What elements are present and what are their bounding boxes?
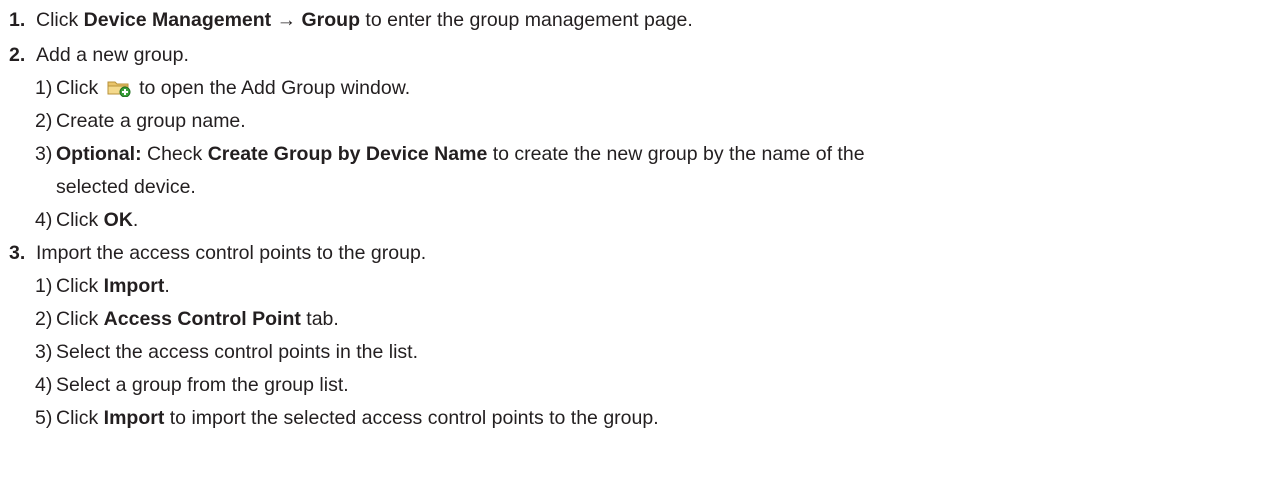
substep: 2) Create a group name. xyxy=(35,108,246,134)
substep: 3) Select the access control points in th… xyxy=(35,339,418,365)
substep-text: Check xyxy=(141,143,208,165)
substep-text: Select a group from the group list. xyxy=(56,374,349,396)
substep: 4) Select a group from the group list. xyxy=(35,372,349,398)
optional-label: Optional: xyxy=(56,143,142,165)
substep-number: 2) xyxy=(35,110,53,132)
substep: 5) Click Import to import the selected ac… xyxy=(35,405,659,431)
substep-text: to open the Add Group window. xyxy=(133,77,411,99)
substep-text: to import the selected access control po… xyxy=(164,407,659,429)
checkbox-label: Create Group by Device Name xyxy=(207,143,488,165)
substep-text: Click xyxy=(56,275,104,297)
substep-number: 2) xyxy=(35,308,53,330)
step-text: Import the access control points to the … xyxy=(36,242,427,264)
substep-number: 4) xyxy=(35,209,53,231)
import-label: Import xyxy=(103,407,165,429)
step-text: to enter the group management page. xyxy=(360,9,693,31)
substep-number: 5) xyxy=(35,407,53,429)
tab-label: Access Control Point xyxy=(103,308,301,330)
substep-text: . xyxy=(164,275,170,297)
substep-text: Click xyxy=(56,308,104,330)
substep-number: 3) xyxy=(35,341,53,363)
substep-text: Click xyxy=(56,77,104,99)
substep-continuation: selected device. xyxy=(56,174,196,200)
substep-number: 1) xyxy=(35,275,53,297)
substep: 4) Click OK. xyxy=(35,207,138,233)
substep-number: 1) xyxy=(35,77,53,99)
instruction-document: 1. Click Device Management → Group to ent… xyxy=(0,0,1274,503)
substep-text: tab. xyxy=(300,308,339,330)
substep-number: 3) xyxy=(35,143,53,165)
substep-text: selected device. xyxy=(56,176,196,198)
step-number: 2. xyxy=(9,44,26,66)
step-3: 3. Import the access control points to th… xyxy=(9,240,426,266)
substep-number: 4) xyxy=(35,374,53,396)
step-2: 2. Add a new group. xyxy=(9,42,189,68)
add-group-folder-icon xyxy=(106,77,132,98)
substep-text: . xyxy=(132,209,139,231)
step-text: Add a new group. xyxy=(36,44,189,66)
substep-text: Click xyxy=(56,407,104,429)
substep: 3) Optional: Check Create Group by Device… xyxy=(35,141,865,167)
step-number: 3. xyxy=(9,242,26,264)
substep: 1) Click Import. xyxy=(35,273,170,299)
step-number: 1. xyxy=(9,9,26,31)
substep-text: Create a group name. xyxy=(56,110,246,132)
step-text: Click xyxy=(36,9,84,31)
import-label: Import xyxy=(103,275,165,297)
ok-label: OK xyxy=(103,209,133,231)
substep-text: to create the new group by the name of t… xyxy=(487,143,865,165)
substep-text: Select the access control points in the … xyxy=(56,341,419,363)
step-1: 1. Click Device Management → Group to ent… xyxy=(9,7,693,33)
substep-text: Click xyxy=(56,209,104,231)
substep: 2) Click Access Control Point tab. xyxy=(35,306,339,332)
menu-path: Device Management → Group xyxy=(83,9,360,31)
substep: 1) Click to open the Add Group window. xyxy=(35,75,410,101)
